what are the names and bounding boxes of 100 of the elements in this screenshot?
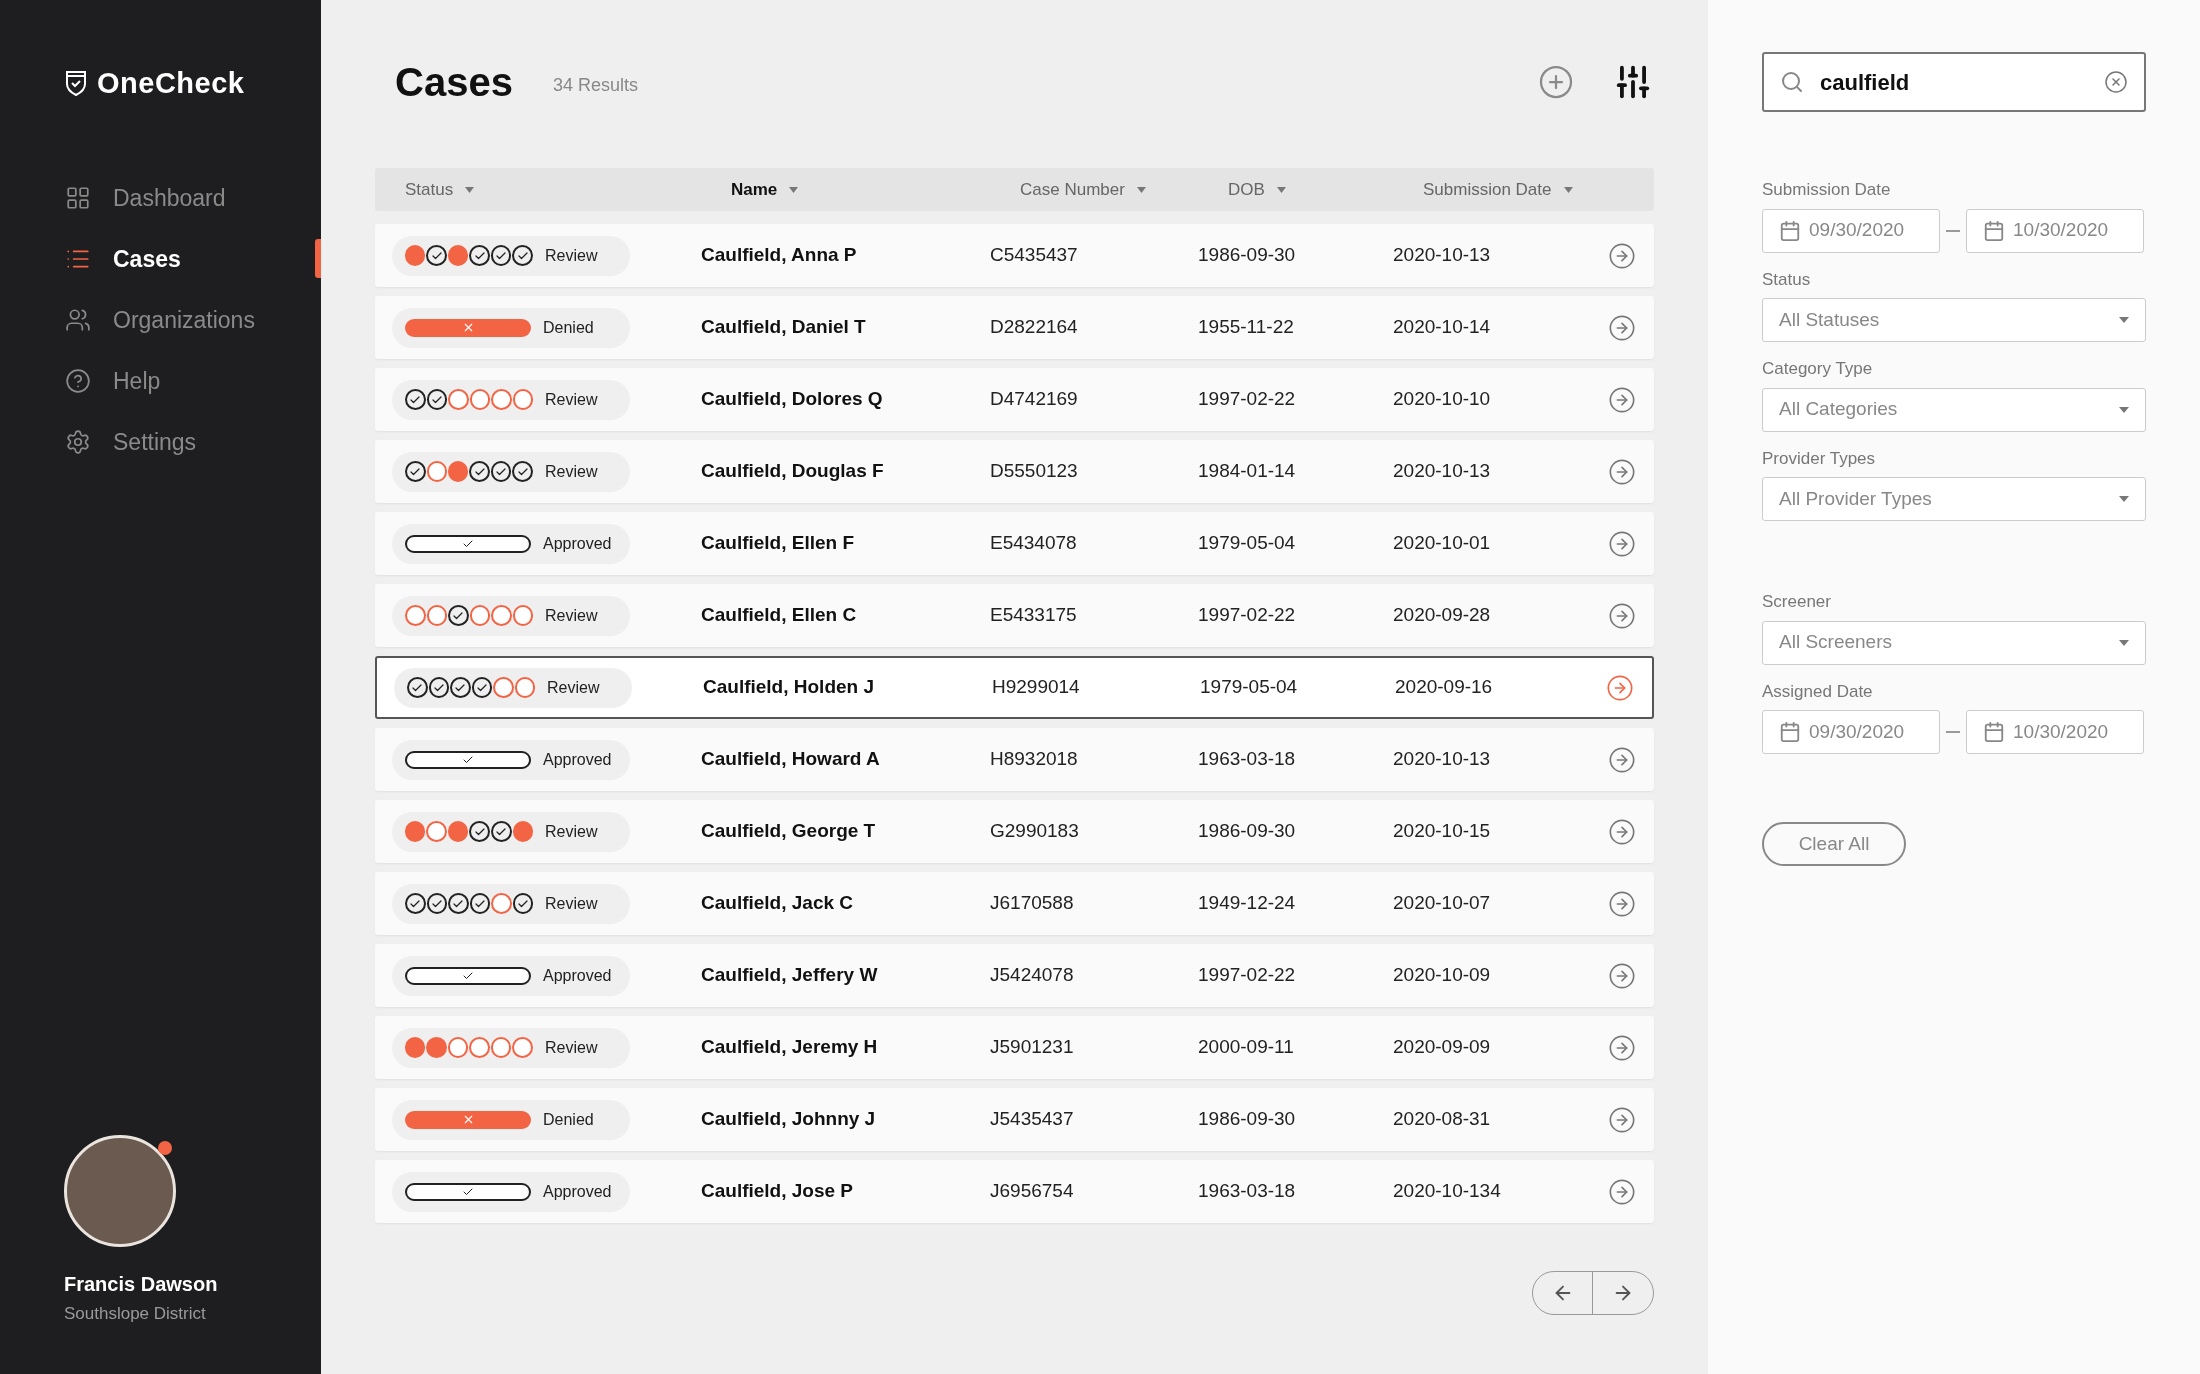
nav-item[interactable]: Cases [0,238,321,280]
search-field[interactable]: caulfield [1762,52,2146,112]
submission-date: 2020-08-31 [1392,1107,1492,1132]
case-row[interactable]: Review Caulfield, Dolores Q D4742169 1997-02-22 2020-10-10 [375,368,1654,431]
dob-cell-text: 1986-09-30 [1197,1107,1297,1132]
submission-date: 2020-10-14 [1392,315,1492,340]
field-label: Status [1762,268,1812,291]
field-label: Submission Date [1762,179,1892,201]
case-number: J5424078 [989,963,1075,988]
status-label: Review [545,605,598,626]
select-dropdown[interactable]: All Categories [1762,387,2146,432]
case-row[interactable]: Review Caulfield, Jack C J6170588 1949-12-24 2020-10-07 [375,872,1654,935]
case-name: Caulfield, Daniel T [700,315,866,340]
case-row[interactable]: Review Caulfield, Jeremy H J5901231 2000-09-11 2020-09-09 [375,1016,1654,1079]
case-name: Caulfield, Ellen F [700,531,855,556]
case-name: Caulfield, Johnny J [700,1107,876,1132]
case-row[interactable]: Denied Caulfield, Daniel T D2822164 1955-11-22 2020-10-14 [375,296,1654,359]
dropdown-caret-icon [2119,317,2129,323]
dob-cell-text: 1986-09-30 [1197,243,1297,268]
grid-icon [65,185,91,211]
help-icon [65,368,91,394]
submission-date: 2020-10-13 [1392,243,1492,268]
case-number: J5435437 [989,1107,1075,1132]
nav-item[interactable]: Help [0,360,321,402]
submission-date: 2020-10-134 [1392,1179,1502,1204]
dob-cell-text: 1955-11-22 [1197,315,1295,340]
page-title: Cases [395,59,513,106]
case-row[interactable]: Review Caulfield, Holden J H9299014 1979-05-04 2020-09-16 [375,656,1654,719]
submission-date: 2020-09-09 [1392,1035,1492,1060]
case-row[interactable]: Review Caulfield, Ellen C E5433175 1997-02-22 2020-09-28 [375,584,1654,647]
case-row[interactable]: Approved Caulfield, Jeffery W J5424078 1997-02-22 2020-10-09 [375,944,1654,1007]
submission-date: 2020-10-10 [1392,387,1492,412]
case-row[interactable]: Approved Caulfield, Howard A H8932018 1963-03-18 2020-10-13 [375,728,1654,791]
dropdown-caret-icon [2119,496,2129,502]
status-label: Review [545,821,598,842]
result-count: 34 Results [552,73,638,97]
case-number: J6956754 [989,1179,1075,1204]
nav-item[interactable]: Settings [0,421,321,463]
select-dropdown[interactable]: All Provider Types [1762,477,2146,521]
calendar-icon [1983,219,2005,242]
case-number: D2822164 [989,315,1079,340]
case-row[interactable]: Approved Caulfield, Ellen F E5434078 1979-05-04 2020-10-01 [375,512,1654,575]
date-field[interactable]: 09/30/2020 [1762,710,1940,754]
field-label: Screener [1762,591,1832,613]
case-number: C5435437 [989,243,1079,268]
calendar-icon [1779,721,1801,743]
dob-cell-text: 1997-02-22 [1197,963,1297,988]
users-icon [65,307,91,333]
case-row[interactable]: Approved Caulfield, Jose P J6956754 1963-03-18 2020-10-134 [375,1160,1654,1223]
dob-cell-text: 1997-02-22 [1197,603,1297,628]
case-name: Caulfield, Jeremy H [700,1035,878,1060]
select-dropdown[interactable]: All Screeners [1762,620,2146,665]
user-district: Southslope District [64,1302,207,1325]
date-field[interactable]: 09/30/2020 [1762,208,1940,253]
case-row[interactable]: Review Caulfield, Douglas F D5550123 1984-01-14 2020-10-13 [375,440,1654,503]
case-number: G2990183 [989,819,1080,844]
case-name: Caulfield, Ellen C [700,603,857,628]
filter-sliders-icon[interactable] [1614,63,1652,101]
dob-cell-text: 1963-03-18 [1197,1179,1297,1204]
date-field[interactable]: 10/30/2020 [1966,710,2144,754]
case-number: D4742169 [989,387,1079,412]
column-header[interactable]: Case Number [1020,176,1228,203]
date-field[interactable]: 10/30/2020 [1966,208,2144,253]
case-name: Caulfield, Holden J [702,675,875,700]
case-name: Caulfield, George T [700,819,876,844]
case-row[interactable]: Review Caulfield, George T G2990183 1986-09-30 2020-10-15 [375,800,1654,863]
case-name: Caulfield, Jose P [700,1179,854,1204]
brand-name: OneCheck [97,66,245,101]
case-name: Caulfield, Jeffery W [700,963,878,988]
status-label: Denied [543,1109,594,1130]
submission-date: 2020-10-13 [1392,459,1492,484]
dob-cell-text: 1984-01-14 [1197,459,1297,484]
select-dropdown[interactable]: All Statuses [1762,298,2146,342]
add-icon[interactable] [1538,64,1574,100]
sort-caret-icon [1563,186,1573,193]
sort-caret-icon [1276,186,1286,193]
dob-cell-text: 1986-09-30 [1197,819,1297,844]
dropdown-caret-icon [2119,639,2129,646]
column-header[interactable]: Submission Date [1423,176,1654,203]
status-label: Review [545,1037,598,1058]
column-header[interactable]: Status [405,176,731,203]
submission-date: 2020-10-13 [1392,747,1492,772]
field-label: Provider Types [1762,447,1877,470]
case-number: D5550123 [989,459,1079,484]
status-label: Approved [543,965,612,986]
case-row[interactable]: Review Caulfield, Anna P C5435437 1986-09-30 2020-10-13 [375,224,1654,287]
column-header[interactable]: DOB [1228,176,1423,203]
dob-cell-text: 1979-05-04 [1199,675,1299,700]
case-name: Caulfield, Howard A [700,747,880,772]
column-header[interactable]: Name [731,176,1020,203]
status-label: Approved [543,749,612,770]
case-name: Caulfield, Douglas F [700,459,884,484]
clear-search-icon[interactable] [2104,70,2128,94]
case-number: H9299014 [991,675,1081,700]
nav-item[interactable]: Dashboard [0,177,321,219]
submission-date: 2020-10-15 [1392,819,1492,844]
nav-item[interactable]: Organizations [0,299,321,341]
case-row[interactable]: Denied Caulfield, Johnny J J5435437 1986-09-30 2020-08-31 [375,1088,1654,1151]
sort-caret-icon [789,186,799,193]
sort-caret-icon [465,186,475,193]
